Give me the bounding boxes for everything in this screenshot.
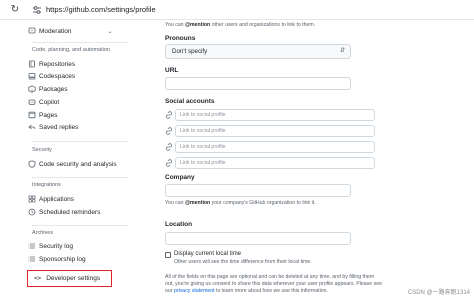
social-account-row: Link to social profile xyxy=(165,141,377,153)
sidebar-item-saved-replies[interactable]: Saved replies xyxy=(28,121,78,133)
sidebar-item-repositories[interactable]: Repositories xyxy=(28,58,75,70)
apps-icon xyxy=(28,195,36,203)
link-icon xyxy=(166,143,172,151)
repo-icon xyxy=(29,60,35,68)
sidebar-item-sponsorship-log[interactable]: Sponsorship log xyxy=(28,253,86,265)
group-heading-security: Security xyxy=(32,147,52,153)
mention-note: You can @mention other users and organiz… xyxy=(165,22,316,28)
browser-icon xyxy=(28,111,36,119)
social-link-input[interactable]: Link to social profile xyxy=(175,141,375,153)
sidebar-item-label: Packages xyxy=(39,85,68,93)
footer-line-1: All of the fields on this page are optio… xyxy=(165,274,375,280)
chevron-down-icon: ⌄ xyxy=(107,28,113,35)
sidebar-item-label: Security log xyxy=(39,242,73,250)
link-icon xyxy=(166,111,172,119)
codespaces-icon xyxy=(28,73,36,80)
sidebar-item-pages[interactable]: Pages xyxy=(28,109,57,121)
privacy-statement-link[interactable]: privacy statement xyxy=(174,288,215,294)
sidebar-item-code-security[interactable]: Code security and analysis xyxy=(28,158,117,170)
sidebar-item-moderation[interactable]: Moderation ⌄ xyxy=(28,25,113,37)
local-time-label: Display current local time xyxy=(174,251,242,257)
group-heading-archives: Archives xyxy=(32,230,54,236)
local-time-checkbox[interactable] xyxy=(165,252,171,258)
footer-line-2: out, you're giving us consent to share t… xyxy=(165,281,382,287)
social-accounts-label: Social accounts xyxy=(165,98,215,105)
package-icon xyxy=(28,85,36,93)
local-time-note: Other users will see the time difference… xyxy=(174,259,312,265)
report-icon xyxy=(28,27,36,34)
sidebar-item-label: Applications xyxy=(39,195,75,203)
footer-line-3: our privacy statement to learn more abou… xyxy=(165,288,328,294)
group-heading-integrations: Integrations xyxy=(32,182,61,188)
social-account-row: Link to social profile xyxy=(165,125,377,137)
copilot-icon xyxy=(28,99,36,105)
url-label: URL xyxy=(165,67,179,74)
url-text[interactable]: https://github.com/settings/profile xyxy=(46,5,156,15)
sidebar-item-label: Sponsorship log xyxy=(39,255,86,263)
sidebar-item-label: Copilot xyxy=(39,98,60,106)
select-arrows-icon: ⇵ xyxy=(339,48,345,54)
profile-form: You can @mention other users and organiz… xyxy=(140,20,474,300)
sidebar-item-label: Pages xyxy=(39,111,58,119)
sidebar-item-label: Code security and analysis xyxy=(39,160,117,168)
log-icon xyxy=(28,243,35,249)
social-link-input[interactable]: Link to social profile xyxy=(175,109,375,121)
social-account-row: Link to social profile xyxy=(165,109,377,121)
sidebar-item-applications[interactable]: Applications xyxy=(28,193,74,205)
pronouns-label: Pronouns xyxy=(165,35,196,42)
sidebar-item-developer-settings[interactable]: <> Developer settings xyxy=(27,270,112,287)
link-icon xyxy=(166,127,172,135)
location-label: Location xyxy=(165,221,193,228)
company-label: Company xyxy=(165,174,195,181)
site-info-icon[interactable] xyxy=(32,5,42,15)
group-heading-code: Code, planning, and automation xyxy=(32,47,110,53)
social-link-input[interactable]: Link to social profile xyxy=(175,157,375,169)
sidebar-item-security-log[interactable]: Security log xyxy=(28,240,73,252)
company-input[interactable] xyxy=(165,184,351,197)
sidebar-item-copilot[interactable]: Copilot xyxy=(28,96,59,108)
sidebar-item-scheduled-reminders[interactable]: Scheduled reminders xyxy=(28,206,100,218)
sidebar-item-label: Saved replies xyxy=(39,123,79,131)
social-account-row: Link to social profile xyxy=(165,157,377,169)
link-icon xyxy=(166,159,172,167)
sidebar-item-packages[interactable]: Packages xyxy=(28,83,68,95)
sidebar-item-label: Scheduled reminders xyxy=(39,208,101,216)
sidebar-item-label: Repositories xyxy=(39,60,76,68)
sidebar-item-codespaces[interactable]: Codespaces xyxy=(28,70,75,82)
log-icon xyxy=(28,256,35,262)
location-input[interactable] xyxy=(165,232,351,245)
pronouns-select[interactable]: Don't specify ⇵ xyxy=(165,44,351,59)
company-note: You can @mention your company's GitHub o… xyxy=(165,200,316,206)
pronouns-value: Don't specify xyxy=(172,48,208,55)
divider xyxy=(32,225,128,226)
sidebar-item-label: Moderation xyxy=(39,27,72,35)
divider xyxy=(32,177,128,178)
social-link-input[interactable]: Link to social profile xyxy=(175,125,375,137)
browser-address-bar: ↻ https://github.com/settings/profile xyxy=(0,0,474,20)
watermark: CSDN @一路奔跑1314 xyxy=(407,290,470,296)
code-icon: <> xyxy=(34,275,42,282)
settings-sidebar: Moderation ⌄ Code, planning, and automat… xyxy=(0,20,140,300)
shield-lock-icon xyxy=(28,160,36,168)
sidebar-item-label: Developer settings xyxy=(46,275,101,282)
reply-icon xyxy=(28,124,36,130)
url-input[interactable] xyxy=(165,77,351,90)
clock-icon xyxy=(28,208,36,216)
divider xyxy=(32,141,128,142)
divider xyxy=(32,42,128,43)
sidebar-item-label: Codespaces xyxy=(39,72,76,80)
reload-icon[interactable]: ↻ xyxy=(9,4,21,16)
